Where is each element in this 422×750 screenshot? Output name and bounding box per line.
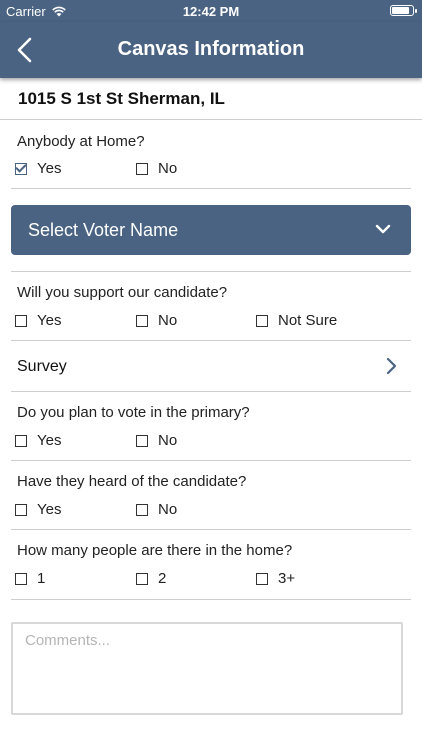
checkbox-checked[interactable] — [15, 162, 27, 175]
checkbox[interactable] — [15, 434, 27, 447]
page-title: Canvas Information — [117, 38, 305, 60]
divider — [11, 599, 411, 600]
divider — [11, 271, 411, 272]
option-label: Not Sure — [278, 312, 338, 329]
option-label: No — [158, 312, 178, 329]
checkbox[interactable] — [136, 314, 148, 327]
option-label: 2 — [158, 570, 167, 587]
survey-row[interactable]: Survey — [0, 342, 422, 392]
checkbox[interactable] — [136, 434, 148, 447]
people-1-option[interactable]: 1 — [15, 570, 45, 587]
option-label: No — [158, 160, 178, 177]
checkbox[interactable] — [136, 162, 148, 175]
support-question: Will you support our candidate? — [17, 284, 228, 301]
checkbox[interactable] — [15, 572, 27, 585]
anybody-home-yes-option[interactable]: Yes — [15, 160, 61, 177]
primary-no-option[interactable]: No — [136, 432, 177, 449]
checkbox[interactable] — [256, 314, 268, 327]
nav-bar: Canvas Information — [0, 22, 422, 78]
primary-question: Do you plan to vote in the primary? — [17, 404, 250, 421]
checkbox[interactable] — [136, 572, 148, 585]
option-label: 1 — [37, 570, 46, 587]
option-label: 3+ — [278, 570, 296, 587]
option-label: No — [158, 501, 178, 518]
option-label: Yes — [37, 160, 62, 177]
anybody-home-no-option[interactable]: No — [136, 160, 177, 177]
support-no-option[interactable]: No — [136, 312, 177, 329]
people-3plus-option[interactable]: 3+ — [256, 570, 295, 587]
option-label: Yes — [37, 501, 62, 518]
option-label: No — [158, 432, 178, 449]
checkbox[interactable] — [15, 314, 27, 327]
heard-no-option[interactable]: No — [136, 501, 177, 518]
survey-label: Survey — [17, 358, 67, 375]
comments-field[interactable] — [11, 622, 403, 715]
primary-yes-option[interactable]: Yes — [15, 432, 61, 449]
heard-question: Have they heard of the candidate? — [17, 473, 247, 490]
divider — [0, 119, 422, 120]
divider — [11, 391, 411, 392]
anybody-home-question: Anybody at Home? — [17, 133, 145, 150]
people-2-option[interactable]: 2 — [136, 570, 166, 587]
checkbox[interactable] — [15, 503, 27, 516]
support-not-sure-option[interactable]: Not Sure — [256, 312, 337, 329]
status-bar: Carrier 12:42 PM — [0, 0, 422, 22]
divider — [11, 188, 411, 189]
divider — [11, 529, 411, 530]
checkbox[interactable] — [136, 503, 148, 516]
support-yes-option[interactable]: Yes — [15, 312, 61, 329]
heard-yes-option[interactable]: Yes — [15, 501, 61, 518]
select-voter-label: Select Voter Name — [28, 220, 179, 240]
address-heading: 1015 S 1st St Sherman, IL — [18, 89, 225, 108]
people-question: How many people are there in the home? — [17, 542, 293, 559]
battery-icon — [390, 5, 417, 16]
chevron-right-icon — [386, 357, 397, 375]
checkbox[interactable] — [256, 572, 268, 585]
divider — [11, 460, 411, 461]
option-label: Yes — [37, 432, 62, 449]
option-label: Yes — [37, 312, 62, 329]
divider — [11, 340, 411, 341]
select-voter-dropdown[interactable]: Select Voter Name — [11, 205, 411, 255]
clock: 12:42 PM — [182, 4, 240, 19]
chevron-down-icon — [375, 224, 391, 234]
